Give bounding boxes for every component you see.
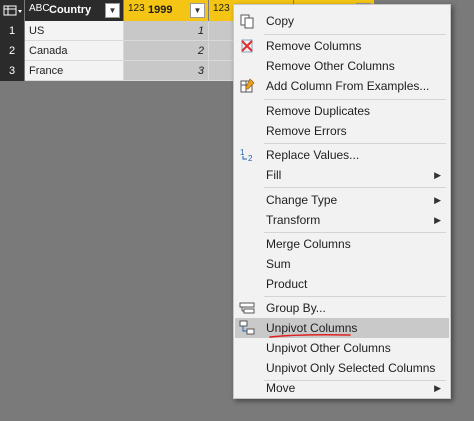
menu-item-label: Replace Values... [266, 148, 360, 162]
menu-item-remove-columns[interactable]: Remove Columns [235, 36, 449, 56]
menu-item-replace-values[interactable]: 1 2 Replace Values... [235, 145, 449, 165]
number-type-icon[interactable]: 123 [128, 3, 145, 14]
table-cell-1999[interactable]: 3 [124, 61, 209, 81]
menu-item-merge-columns[interactable]: Merge Columns [235, 234, 449, 254]
column-header-1999[interactable]: 123 1999 ▼ [124, 0, 208, 21]
svg-text:2: 2 [248, 154, 253, 163]
replace-values-icon: 1 2 [240, 148, 253, 163]
menu-separator [264, 232, 446, 233]
menu-item-label: Remove Columns [266, 39, 362, 53]
menu-item-label: Remove Duplicates [266, 104, 371, 118]
remove-columns-icon [241, 39, 253, 53]
menu-item-unpivot-other-columns[interactable]: Unpivot Other Columns [235, 338, 449, 358]
menu-item-label: Unpivot Other Columns [266, 341, 391, 355]
menu-item-label: Group By... [266, 301, 326, 315]
submenu-arrow-icon: ▶ [434, 170, 441, 180]
column-filter-dropdown[interactable]: ▼ [190, 3, 205, 18]
menu-separator [264, 187, 446, 188]
menu-item-label: Fill [266, 168, 282, 182]
submenu-arrow-icon: ▶ [434, 383, 441, 393]
menu-item-label: Transform [266, 213, 321, 227]
row-number[interactable]: 1 [0, 21, 24, 41]
copy-icon [240, 14, 254, 29]
menu-item-label: Change Type [266, 193, 338, 207]
menu-item-label: Sum [266, 257, 291, 271]
menu-item-move[interactable]: Move ▶ [235, 378, 449, 398]
menu-separator [264, 34, 446, 35]
row-number[interactable]: 3 [0, 61, 24, 81]
submenu-arrow-icon: ▶ [434, 215, 441, 225]
menu-item-remove-other-columns[interactable]: Remove Other Columns [235, 56, 449, 76]
group-by-icon [239, 302, 255, 314]
number-type-icon[interactable]: 123 [213, 3, 230, 14]
menu-item-add-column-from-examples[interactable]: Add Column From Examples... [235, 76, 449, 96]
column-filter-dropdown[interactable]: ▼ [105, 3, 120, 18]
annotation-underline [269, 333, 351, 338]
table-cell-country[interactable]: France [25, 61, 124, 81]
menu-item-label: Add Column From Examples... [266, 79, 430, 93]
menu-item-unpivot-only-selected-columns[interactable]: Unpivot Only Selected Columns [235, 358, 449, 378]
menu-separator [264, 296, 446, 297]
menu-item-fill[interactable]: Fill ▶ [235, 165, 449, 185]
table-cell-1999[interactable]: 1 [124, 21, 209, 41]
menu-item-label: Move [266, 381, 296, 395]
menu-item-copy[interactable]: Copy [235, 11, 449, 31]
menu-separator [264, 99, 446, 100]
row-number[interactable]: 2 [0, 41, 24, 61]
column-context-menu: Copy Remove Columns Remove Other Columns… [233, 4, 451, 399]
menu-item-label: Remove Other Columns [266, 59, 395, 73]
table-icon [3, 5, 22, 16]
column-header-country[interactable]: ABC Country ▼ [25, 0, 123, 21]
add-column-examples-icon [240, 78, 255, 93]
table-corner-menu[interactable] [0, 0, 24, 21]
menu-item-label: Unpivot Only Selected Columns [266, 361, 436, 375]
column-header-label: Country [49, 4, 92, 16]
menu-item-remove-duplicates[interactable]: Remove Duplicates [235, 101, 449, 121]
text-type-icon[interactable]: ABC [29, 3, 50, 14]
table-cell-country[interactable]: US [25, 21, 124, 41]
unpivot-columns-icon [239, 320, 255, 335]
submenu-arrow-icon: ▶ [434, 195, 441, 205]
menu-item-label: Remove Errors [266, 124, 347, 138]
menu-item-label: Copy [266, 14, 295, 28]
menu-item-remove-errors[interactable]: Remove Errors [235, 121, 449, 141]
menu-item-transform[interactable]: Transform ▶ [235, 210, 449, 230]
table-cell-country[interactable]: Canada [25, 41, 124, 61]
column-header-label: 1999 [148, 4, 173, 16]
menu-separator [264, 143, 446, 144]
table-cell-1999[interactable]: 2 [124, 41, 209, 61]
menu-item-product[interactable]: Product [235, 274, 449, 294]
menu-item-sum[interactable]: Sum [235, 254, 449, 274]
svg-text:1: 1 [240, 148, 245, 157]
menu-item-group-by[interactable]: Group By... [235, 298, 449, 318]
menu-item-change-type[interactable]: Change Type ▶ [235, 190, 449, 210]
menu-item-label: Merge Columns [266, 237, 351, 251]
menu-item-label: Product [266, 277, 308, 291]
